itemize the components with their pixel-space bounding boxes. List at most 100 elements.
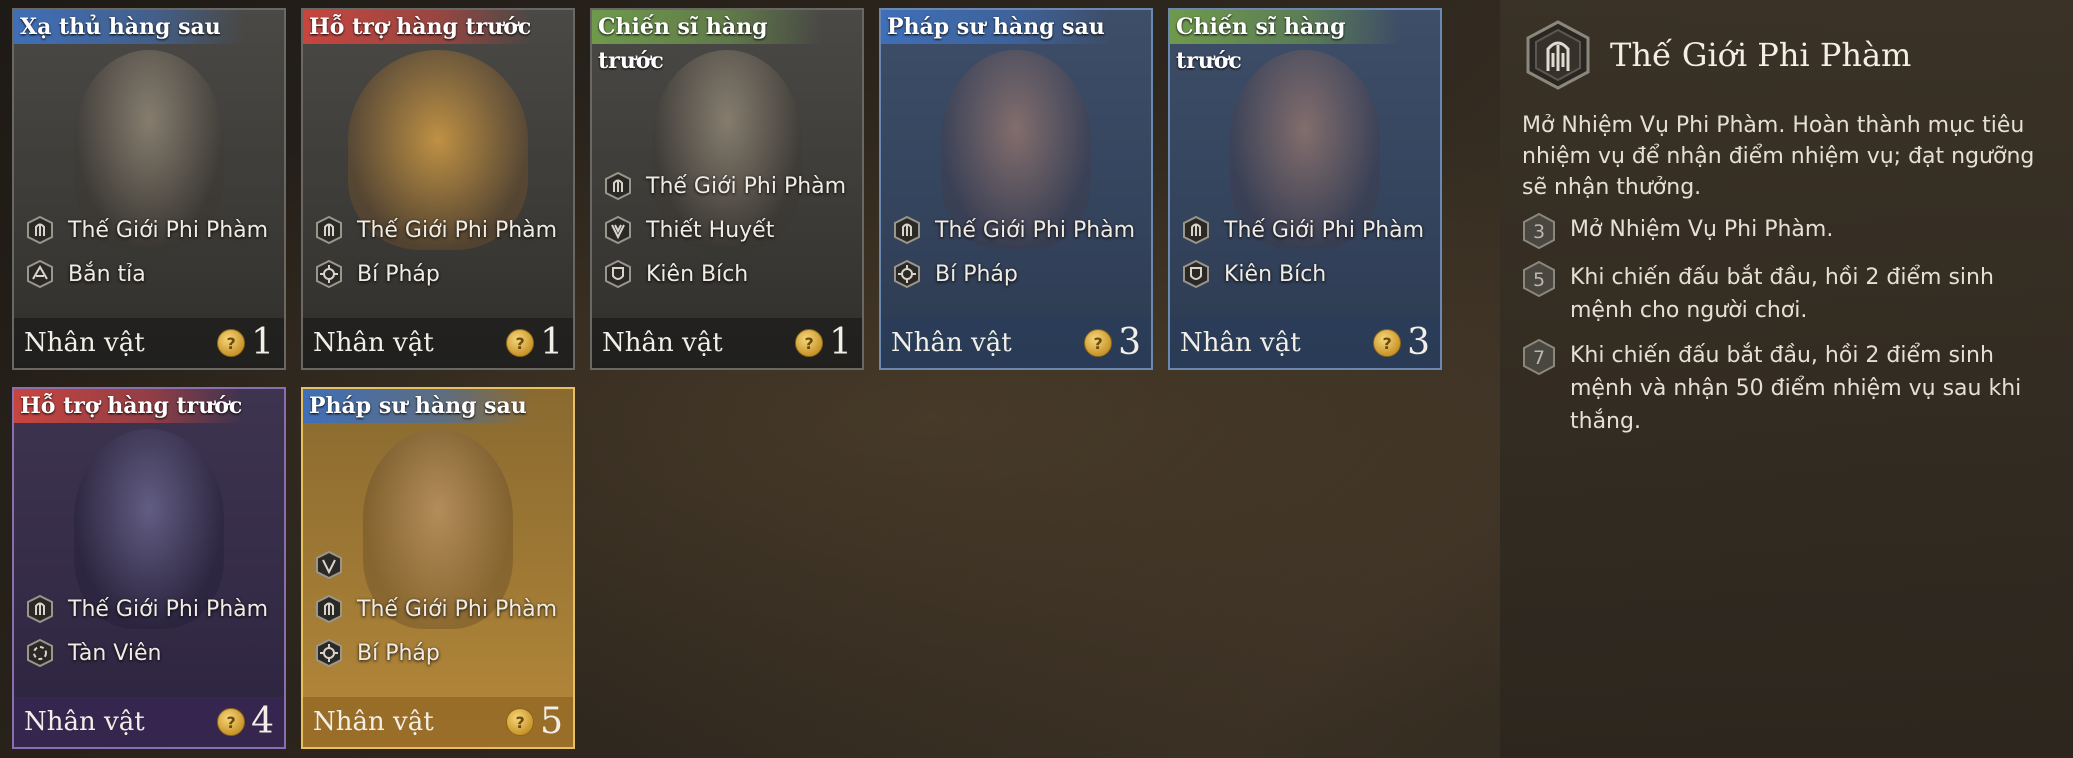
- cost-value: 3: [1407, 322, 1430, 363]
- tier-text: Mở Nhiệm Vụ Phi Phàm.: [1570, 217, 1834, 242]
- character-card[interactable]: Pháp sư hàng sau Thế Giới Phi Phàm Bí Ph…: [301, 387, 575, 749]
- trait-row: Thế Giới Phi Phàm: [315, 208, 567, 252]
- card-type-label: Nhân vật: [313, 328, 434, 358]
- character-card[interactable]: Hỗ trợ hàng trước Thế Giới Phi Phàm Bí P…: [301, 8, 575, 370]
- trait-list: Thế Giới Phi Phàm Bắn tỉa: [26, 208, 278, 296]
- character-card[interactable]: Xạ thủ hàng sau Thế Giới Phi Phàm Bắn tỉ…: [12, 8, 286, 370]
- tier-row: 5 Khi chiến đấu bắt đầu, hồi 2 điểm sinh…: [1522, 261, 2051, 327]
- card-footer: Nhân vật ? 1: [14, 318, 284, 368]
- card-type-label: Nhân vật: [1180, 328, 1301, 358]
- panel-title: Thế Giới Phi Phàm: [1610, 36, 1912, 74]
- role-banner: Chiến sĩ hàng trước: [1170, 10, 1400, 74]
- trait-label: Thế Giới Phi Phàm: [357, 596, 558, 622]
- the-gioi-phi-pham-icon: [1183, 216, 1209, 244]
- trait-row: Bắn tỉa: [26, 252, 278, 296]
- role-banner: Chiến sĩ hàng trước: [592, 10, 822, 74]
- extra-trait-icon: [316, 551, 342, 579]
- tier-row: 7 Khi chiến đấu bắt đầu, hồi 2 điểm sinh…: [1522, 339, 2051, 438]
- trait-label: Thế Giới Phi Phàm: [1224, 217, 1425, 243]
- trait-row: Thế Giới Phi Phàm: [1182, 208, 1434, 252]
- trait-row: Thiết Huyết: [604, 208, 856, 252]
- trait-row: Thế Giới Phi Phàm: [604, 164, 856, 208]
- card-cost: ? 4: [217, 704, 274, 740]
- the-gioi-phi-pham-icon: [605, 172, 631, 200]
- tier-text: Khi chiến đấu bắt đầu, hồi 2 điểm sinh m…: [1570, 343, 2022, 434]
- gold-coin-icon: ?: [506, 329, 535, 357]
- trait-row: Tàn Viên: [26, 631, 278, 675]
- bi-phap-icon: [894, 260, 920, 288]
- bi-phap-icon: [316, 260, 342, 288]
- card-cost: ? 5: [506, 704, 563, 740]
- trait-label: Tàn Viên: [68, 640, 162, 666]
- trait-label: Kiên Bích: [1224, 261, 1327, 287]
- trait-label: Bắn tỉa: [68, 261, 146, 287]
- cost-value: 4: [251, 701, 274, 742]
- trait-label: Thế Giới Phi Phàm: [357, 217, 558, 243]
- trait-row: [315, 543, 567, 587]
- bi-phap-icon: [316, 639, 342, 667]
- card-footer: Nhân vật ? 5: [303, 697, 573, 747]
- card-cost: ? 3: [1084, 325, 1141, 361]
- cost-value: 1: [251, 322, 274, 363]
- role-banner: Xạ thủ hàng sau: [14, 10, 244, 44]
- tier-count: 3: [1533, 221, 1545, 243]
- panel-description: Mở Nhiệm Vụ Phi Phàm. Hoàn thành mục tiê…: [1522, 113, 2035, 200]
- trait-row: Kiên Bích: [1182, 252, 1434, 296]
- character-card-grid: Xạ thủ hàng sau Thế Giới Phi Phàm Bắn tỉ…: [0, 0, 1460, 758]
- cost-value: 3: [1118, 322, 1141, 363]
- the-gioi-phi-pham-emblem-icon: [1526, 20, 1590, 90]
- cost-value: 1: [829, 322, 852, 363]
- the-gioi-phi-pham-icon: [894, 216, 920, 244]
- kien-bich-icon: [1183, 260, 1209, 288]
- character-card[interactable]: Chiến sĩ hàng trước Thế Giới Phi Phàm Th…: [590, 8, 864, 370]
- card-type-label: Nhân vật: [891, 328, 1012, 358]
- card-type-label: Nhân vật: [24, 707, 145, 737]
- tier-count: 5: [1533, 269, 1545, 291]
- trait-row: Bí Pháp: [315, 631, 567, 675]
- tier-row: 3 Mở Nhiệm Vụ Phi Phàm.: [1522, 213, 2051, 249]
- gold-coin-icon: ?: [217, 708, 246, 736]
- character-card[interactable]: Pháp sư hàng sau Thế Giới Phi Phàm Bí Ph…: [879, 8, 1153, 370]
- card-footer: Nhân vật ? 1: [592, 318, 862, 368]
- trait-row: Thế Giới Phi Phàm: [893, 208, 1145, 252]
- card-footer: Nhân vật ? 3: [881, 318, 1151, 368]
- tier-list: 3 Mở Nhiệm Vụ Phi Phàm. 5 Khi chiến đấu …: [1522, 213, 2051, 438]
- gold-coin-icon: ?: [795, 329, 824, 357]
- tier-count-badge: 3: [1523, 213, 1555, 249]
- tier-count-badge: 5: [1523, 261, 1555, 297]
- character-card[interactable]: Chiến sĩ hàng trước Thế Giới Phi Phàm Ki…: [1168, 8, 1442, 370]
- role-banner: Pháp sư hàng sau: [303, 389, 533, 423]
- trait-row: Thế Giới Phi Phàm: [26, 587, 278, 631]
- the-gioi-phi-pham-icon: [27, 595, 53, 623]
- cost-value: 1: [540, 322, 563, 363]
- trait-row: Kiên Bích: [604, 252, 856, 296]
- trait-label: Thế Giới Phi Phàm: [935, 217, 1136, 243]
- card-footer: Nhân vật ? 3: [1170, 318, 1440, 368]
- card-cost: ? 1: [795, 325, 852, 361]
- gold-coin-icon: ?: [217, 329, 246, 357]
- tier-text: Khi chiến đấu bắt đầu, hồi 2 điểm sinh m…: [1570, 265, 1994, 323]
- role-banner: Hỗ trợ hàng trước: [303, 10, 533, 44]
- thiet-huyet-icon: [605, 216, 631, 244]
- trait-detail-panel: Thế Giới Phi Phàm Mở Nhiệm Vụ Phi Phàm. …: [1500, 0, 2073, 758]
- trait-list: Thế Giới Phi Phàm Bí Pháp: [315, 543, 567, 675]
- trait-label: Bí Pháp: [357, 261, 440, 287]
- gold-coin-icon: ?: [1373, 329, 1402, 357]
- tier-count-badge: 7: [1523, 339, 1555, 375]
- cost-value: 5: [540, 701, 563, 742]
- the-gioi-phi-pham-icon: [316, 595, 342, 623]
- trait-row: Thế Giới Phi Phàm: [315, 587, 567, 631]
- trait-label: Bí Pháp: [935, 261, 1018, 287]
- character-card[interactable]: Hỗ trợ hàng trước Thế Giới Phi Phàm Tàn …: [12, 387, 286, 749]
- trait-label: Thiết Huyết: [646, 217, 775, 243]
- card-footer: Nhân vật ? 4: [14, 697, 284, 747]
- trait-label: Thế Giới Phi Phàm: [646, 173, 847, 199]
- gold-coin-icon: ?: [1084, 329, 1113, 357]
- trait-row: Bí Pháp: [893, 252, 1145, 296]
- trait-list: Thế Giới Phi Phàm Kiên Bích: [1182, 208, 1434, 296]
- trait-list: Thế Giới Phi Phàm Bí Pháp: [893, 208, 1145, 296]
- trait-row: Thế Giới Phi Phàm: [26, 208, 278, 252]
- trait-label: Bí Pháp: [357, 640, 440, 666]
- kien-bich-icon: [605, 260, 631, 288]
- the-gioi-phi-pham-icon: [27, 216, 53, 244]
